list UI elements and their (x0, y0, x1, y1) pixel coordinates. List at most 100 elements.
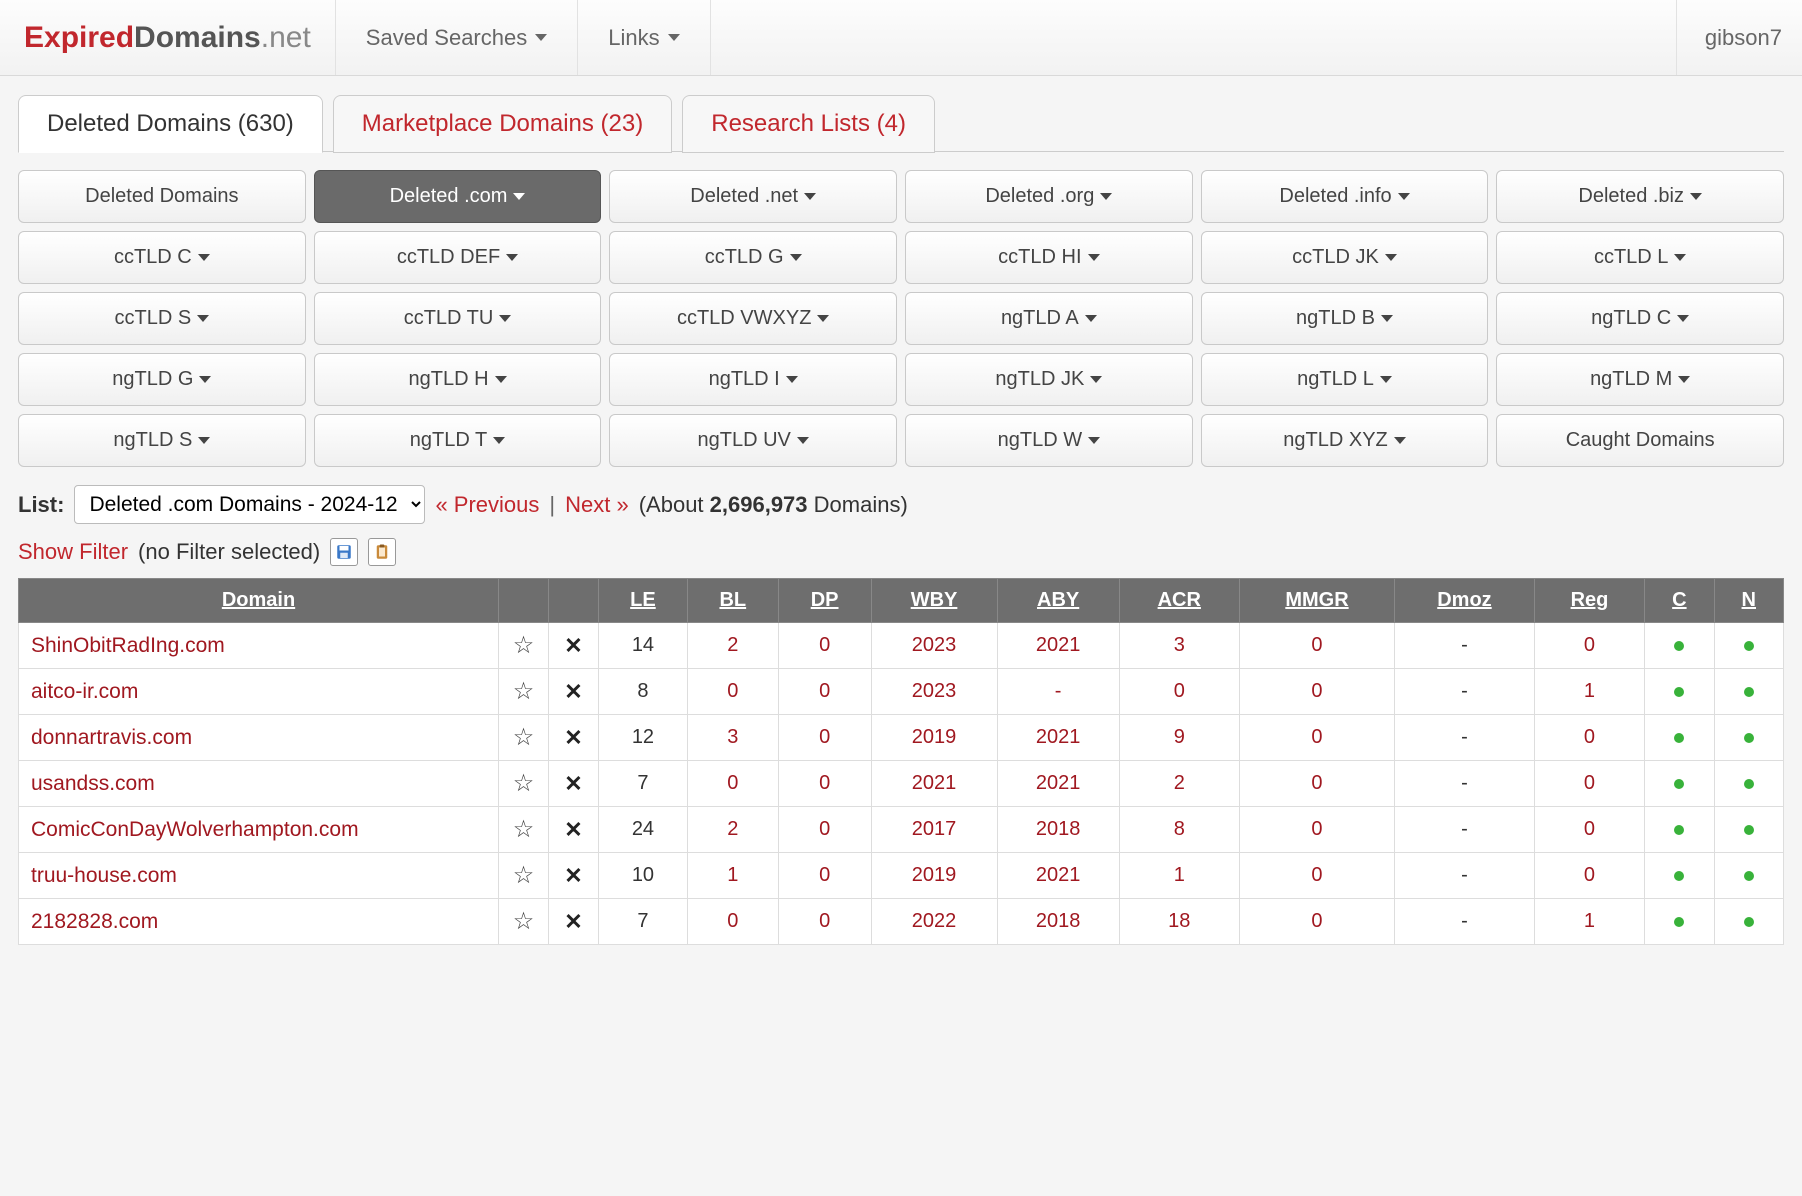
nav-links[interactable]: Links (578, 0, 710, 75)
filter-btn-4-4[interactable]: ngTLD XYZ (1201, 414, 1489, 467)
filter-btn-4-2[interactable]: ngTLD UV (609, 414, 897, 467)
col-Domain[interactable]: Domain (19, 579, 499, 623)
filter-btn-0-2[interactable]: Deleted .net (609, 170, 897, 223)
nav-user[interactable]: gibson7 (1677, 0, 1802, 75)
col-ACR[interactable]: ACR (1119, 579, 1239, 623)
filter-btn-0-3[interactable]: Deleted .org (905, 170, 1193, 223)
cell-c (1645, 623, 1714, 669)
save-icon[interactable] (330, 538, 358, 566)
close-icon[interactable]: ✕ (564, 633, 582, 658)
remove-cell[interactable]: ✕ (549, 669, 599, 715)
domain-cell[interactable]: usandss.com (19, 761, 499, 807)
col-Reg[interactable]: Reg (1534, 579, 1644, 623)
brand-part-1: Expired (24, 21, 134, 55)
remove-cell[interactable]: ✕ (549, 715, 599, 761)
star-icon[interactable]: ☆ (513, 908, 535, 935)
star-cell[interactable]: ☆ (499, 715, 549, 761)
star-icon[interactable]: ☆ (513, 862, 535, 889)
star-cell[interactable]: ☆ (499, 807, 549, 853)
list-select[interactable]: Deleted .com Domains - 2024-12 (74, 485, 425, 524)
close-icon[interactable]: ✕ (564, 909, 582, 934)
col-Dmoz[interactable]: Dmoz (1395, 579, 1535, 623)
domain-cell[interactable]: aitco-ir.com (19, 669, 499, 715)
domain-cell[interactable]: ComicConDayWolverhampton.com (19, 807, 499, 853)
next-link[interactable]: Next » (565, 492, 629, 518)
domain-cell[interactable]: ShinObitRadIng.com (19, 623, 499, 669)
filter-btn-0-0[interactable]: Deleted Domains (18, 170, 306, 223)
brand-logo[interactable]: ExpiredDomains.net (0, 0, 336, 75)
star-cell[interactable]: ☆ (499, 853, 549, 899)
col-C[interactable]: C (1645, 579, 1714, 623)
filter-btn-4-5[interactable]: Caught Domains (1496, 414, 1784, 467)
star-cell[interactable]: ☆ (499, 669, 549, 715)
col-WBY[interactable]: WBY (871, 579, 997, 623)
star-cell[interactable]: ☆ (499, 623, 549, 669)
col-DP[interactable]: DP (778, 579, 871, 623)
close-icon[interactable]: ✕ (564, 863, 582, 888)
tab-0[interactable]: Deleted Domains (630) (18, 95, 323, 153)
remove-cell[interactable]: ✕ (549, 853, 599, 899)
status-dot-icon (1674, 687, 1684, 697)
close-icon[interactable]: ✕ (564, 679, 582, 704)
filter-btn-2-1[interactable]: ccTLD TU (314, 292, 602, 345)
star-cell[interactable]: ☆ (499, 899, 549, 945)
prev-link[interactable]: « Previous (435, 492, 539, 518)
remove-cell[interactable]: ✕ (549, 807, 599, 853)
filter-btn-3-1[interactable]: ngTLD H (314, 353, 602, 406)
filter-btn-2-3[interactable]: ngTLD A (905, 292, 1193, 345)
remove-cell[interactable]: ✕ (549, 899, 599, 945)
filter-btn-1-5[interactable]: ccTLD L (1496, 231, 1784, 284)
tab-1[interactable]: Marketplace Domains (23) (333, 95, 672, 153)
col-ABY[interactable]: ABY (997, 579, 1119, 623)
star-icon[interactable]: ☆ (513, 632, 535, 659)
filter-btn-1-0[interactable]: ccTLD C (18, 231, 306, 284)
remove-cell[interactable]: ✕ (549, 761, 599, 807)
filter-btn-3-3[interactable]: ngTLD JK (905, 353, 1193, 406)
close-icon[interactable]: ✕ (564, 725, 582, 750)
table-body: ShinObitRadIng.com☆✕14202023202130-0aitc… (19, 623, 1784, 945)
filter-btn-4-0[interactable]: ngTLD S (18, 414, 306, 467)
filter-btn-1-1[interactable]: ccTLD DEF (314, 231, 602, 284)
star-icon[interactable]: ☆ (513, 678, 535, 705)
filter-btn-0-5[interactable]: Deleted .biz (1496, 170, 1784, 223)
domain-cell[interactable]: donnartravis.com (19, 715, 499, 761)
star-icon[interactable]: ☆ (513, 724, 535, 751)
show-filter-link[interactable]: Show Filter (18, 539, 128, 565)
filter-btn-3-0[interactable]: ngTLD G (18, 353, 306, 406)
col-N[interactable]: N (1714, 579, 1783, 623)
filter-btn-2-2[interactable]: ccTLD VWXYZ (609, 292, 897, 345)
filter-btn-3-5[interactable]: ngTLD M (1496, 353, 1784, 406)
filter-btn-1-4[interactable]: ccTLD JK (1201, 231, 1489, 284)
filter-btn-3-4[interactable]: ngTLD L (1201, 353, 1489, 406)
tab-2[interactable]: Research Lists (4) (682, 95, 935, 153)
cell-reg: 0 (1534, 761, 1644, 807)
star-icon[interactable]: ☆ (513, 816, 535, 843)
close-icon[interactable]: ✕ (564, 817, 582, 842)
filter-btn-4-1[interactable]: ngTLD T (314, 414, 602, 467)
col-BL[interactable]: BL (687, 579, 778, 623)
clipboard-icon[interactable] (368, 538, 396, 566)
cell-le: 7 (599, 761, 688, 807)
filter-btn-1-2[interactable]: ccTLD G (609, 231, 897, 284)
remove-cell[interactable]: ✕ (549, 623, 599, 669)
filter-btn-2-4[interactable]: ngTLD B (1201, 292, 1489, 345)
filter-btn-0-4[interactable]: Deleted .info (1201, 170, 1489, 223)
filter-btn-4-3[interactable]: ngTLD W (905, 414, 1193, 467)
col-LE[interactable]: LE (599, 579, 688, 623)
cell-dmoz: - (1395, 807, 1535, 853)
chevron-down-icon (1088, 437, 1100, 444)
filter-btn-3-2[interactable]: ngTLD I (609, 353, 897, 406)
domain-cell[interactable]: 2182828.com (19, 899, 499, 945)
col-MMGR[interactable]: MMGR (1239, 579, 1394, 623)
filter-btn-0-1[interactable]: Deleted .com (314, 170, 602, 223)
filter-btn-2-5[interactable]: ngTLD C (1496, 292, 1784, 345)
cell-aby: 2021 (997, 761, 1119, 807)
domain-cell[interactable]: truu-house.com (19, 853, 499, 899)
close-icon[interactable]: ✕ (564, 771, 582, 796)
filter-btn-1-3[interactable]: ccTLD HI (905, 231, 1193, 284)
filter-btn-2-0[interactable]: ccTLD S (18, 292, 306, 345)
nav-saved-searches[interactable]: Saved Searches (336, 0, 578, 75)
star-cell[interactable]: ☆ (499, 761, 549, 807)
star-icon[interactable]: ☆ (513, 770, 535, 797)
cell-reg: 0 (1534, 853, 1644, 899)
